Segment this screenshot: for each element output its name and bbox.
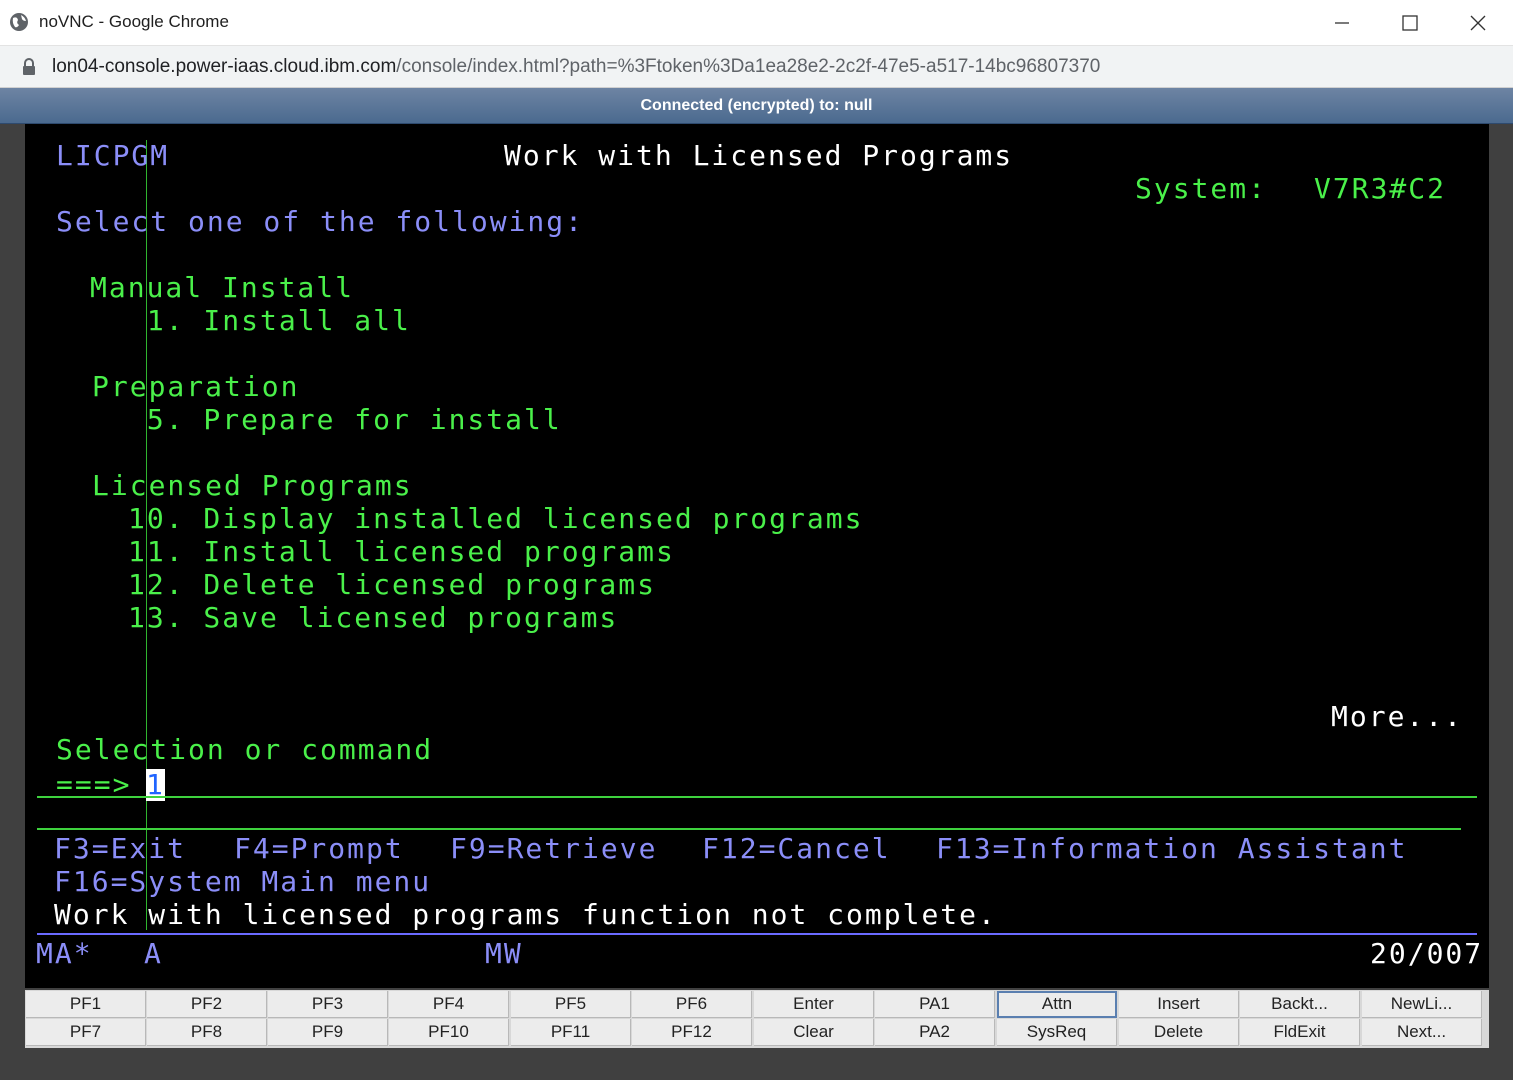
menu-option-install-licensed[interactable]: 11. Install licensed programs xyxy=(128,536,675,568)
menu-option-install-all[interactable]: 1. Install all xyxy=(128,305,411,337)
key-pf6[interactable]: PF6 xyxy=(632,991,752,1018)
key-pa1[interactable]: PA1 xyxy=(875,991,995,1018)
menu-option-save-licensed[interactable]: 13. Save licensed programs xyxy=(128,602,618,634)
menu-option-display-installed[interactable]: 10. Display installed licensed programs xyxy=(128,503,863,535)
more-indicator: More... xyxy=(1331,700,1464,733)
status-ma: MA* xyxy=(36,937,93,970)
key-fldexit[interactable]: FldExit xyxy=(1240,1019,1360,1046)
fkey-f13-info[interactable]: F13=Information Assistant xyxy=(936,833,1407,865)
fkey-f16-main-menu[interactable]: F16=System Main menu xyxy=(54,866,431,898)
key-delete[interactable]: Delete xyxy=(1119,1019,1239,1046)
status-a: A xyxy=(144,937,163,970)
terminal-screen[interactable]: LICPGM Work with Licensed Programs Syste… xyxy=(25,124,1489,988)
function-keypad: PF1 PF2 PF3 PF4 PF5 PF6 Enter PA1 Attn I… xyxy=(25,990,1489,1048)
key-pf5[interactable]: PF5 xyxy=(511,991,631,1018)
globe-icon xyxy=(10,13,28,31)
key-backtab[interactable]: Backt... xyxy=(1240,991,1360,1018)
window-titlebar: noVNC - Google Chrome xyxy=(0,0,1513,46)
selection-label: Selection or command xyxy=(56,733,434,766)
key-pf12[interactable]: PF12 xyxy=(632,1019,752,1046)
section-heading-preparation: Preparation xyxy=(92,370,300,403)
program-name: LICPGM xyxy=(56,139,170,172)
key-pf1[interactable]: PF1 xyxy=(26,991,146,1018)
key-clear[interactable]: Clear xyxy=(754,1019,874,1046)
key-insert[interactable]: Insert xyxy=(1119,991,1239,1018)
cursor-position: 20/007 xyxy=(1370,937,1484,970)
key-pf8[interactable]: PF8 xyxy=(147,1019,267,1046)
fkey-f4-prompt[interactable]: F4=Prompt xyxy=(234,833,404,865)
key-next[interactable]: Next... xyxy=(1362,1019,1482,1046)
section-heading-licensed-programs: Licensed Programs xyxy=(92,469,413,502)
key-pf10[interactable]: PF10 xyxy=(389,1019,509,1046)
separator-line xyxy=(37,828,1461,830)
message-line: Work with licensed programs function not… xyxy=(54,898,997,931)
fkey-f12-cancel[interactable]: F12=Cancel xyxy=(702,833,891,865)
url-host: lon04-console.power-iaas.cloud.ibm.com xyxy=(52,56,397,77)
close-icon[interactable] xyxy=(1458,8,1498,38)
key-sysreq[interactable]: SysReq xyxy=(997,1019,1117,1046)
fkey-f9-retrieve[interactable]: F9=Retrieve xyxy=(450,833,657,865)
status-separator xyxy=(37,933,1477,935)
key-enter[interactable]: Enter xyxy=(754,991,874,1018)
screen-title: Work with Licensed Programs xyxy=(504,139,1014,172)
lock-icon[interactable] xyxy=(22,58,36,76)
fkey-f3-exit[interactable]: F3=Exit xyxy=(54,833,186,865)
key-pf3[interactable]: PF3 xyxy=(268,991,388,1018)
key-pf7[interactable]: PF7 xyxy=(26,1019,146,1046)
url-text[interactable]: lon04-console.power-iaas.cloud.ibm.com/c… xyxy=(52,56,1100,78)
key-attn[interactable]: Attn xyxy=(997,991,1117,1018)
select-prompt: Select one of the following: xyxy=(56,205,585,238)
key-newline[interactable]: NewLi... xyxy=(1362,991,1482,1018)
address-bar[interactable]: lon04-console.power-iaas.cloud.ibm.com/c… xyxy=(0,46,1513,88)
key-pf2[interactable]: PF2 xyxy=(147,991,267,1018)
menu-option-prepare-install[interactable]: 5. Prepare for install xyxy=(128,404,562,436)
vnc-status-text: Connected (encrypted) to: null xyxy=(640,97,873,114)
key-pf11[interactable]: PF11 xyxy=(511,1019,631,1046)
system-label: System: xyxy=(1135,172,1268,205)
key-pf4[interactable]: PF4 xyxy=(389,991,509,1018)
status-mw: MW xyxy=(485,937,523,970)
system-value: V7R3#C2 xyxy=(1314,172,1447,205)
section-heading-manual-install: Manual Install xyxy=(90,271,355,304)
window-title: noVNC - Google Chrome xyxy=(39,12,229,31)
menu-option-delete-licensed[interactable]: 12. Delete licensed programs xyxy=(128,569,656,601)
input-underline xyxy=(37,796,1477,798)
vnc-status-bar: Connected (encrypted) to: null xyxy=(0,88,1513,124)
minimize-icon[interactable] xyxy=(1322,8,1362,38)
key-pf9[interactable]: PF9 xyxy=(268,1019,388,1046)
url-path: /console/index.html?path=%3Ftoken%3Da1ea… xyxy=(396,56,1101,77)
maximize-icon[interactable] xyxy=(1390,8,1430,38)
key-pa2[interactable]: PA2 xyxy=(875,1019,995,1046)
